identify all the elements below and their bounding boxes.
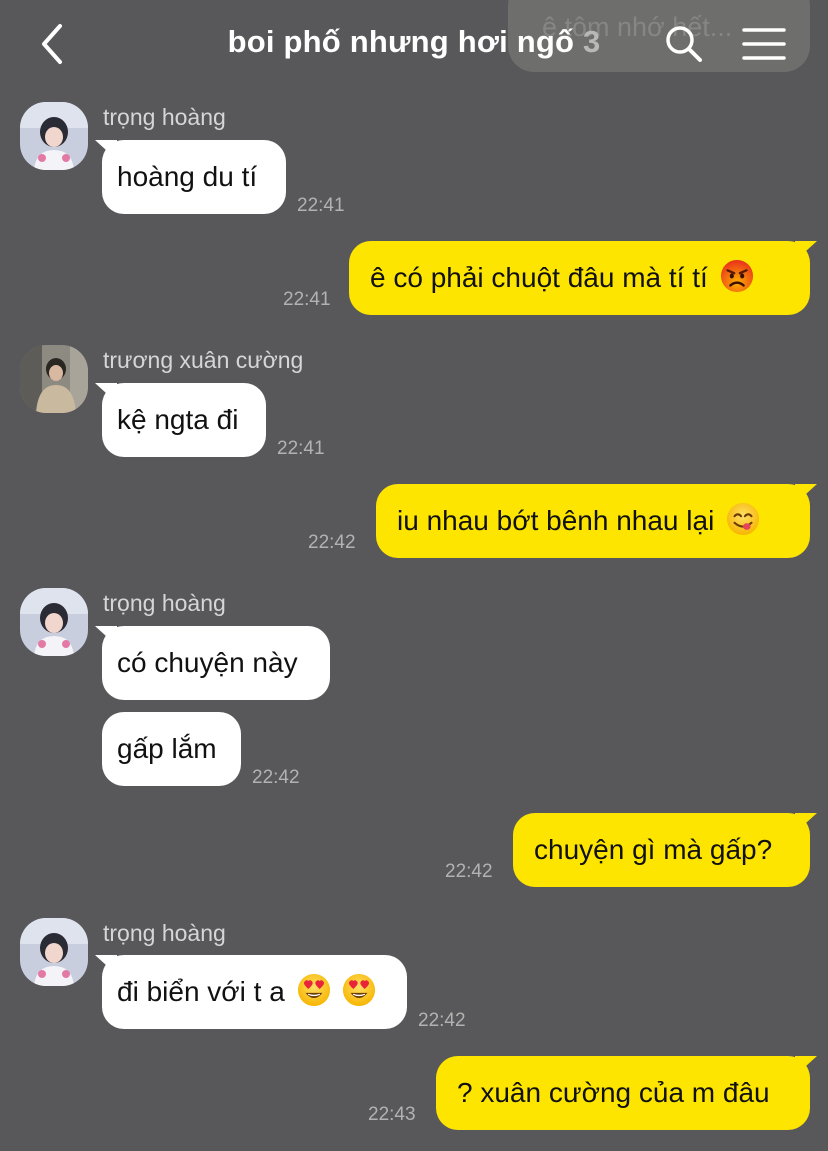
message-bubble-outgoing[interactable]: ? xuân cường của m đâu [436, 1056, 810, 1130]
sender-name: trọng hoàng [103, 590, 226, 616]
message-time: 22:41 [283, 289, 331, 310]
message-bubble-incoming[interactable]: gấp lắm [102, 712, 241, 786]
message-time: 22:42 [308, 532, 356, 553]
message-text: ê có phải chuột đâu mà tí tí [370, 262, 708, 293]
avatar-trong-hoang[interactable] [20, 918, 88, 986]
yum-face-emoji [727, 502, 760, 536]
message-bubble-incoming[interactable]: có chuyện này [102, 626, 330, 700]
message-time: 22:42 [418, 1010, 466, 1031]
sender-name: trọng hoàng [103, 920, 226, 946]
message-time: 22:41 [277, 438, 325, 459]
message-time: 22:43 [368, 1104, 416, 1125]
message-text: đi biển với t a [117, 976, 285, 1007]
chat-header: ê tôm nhớ hết... boi phố nhưng hơi ngố 3 [0, 0, 828, 88]
message-text: chuyện gì mà gấp? [534, 834, 773, 865]
sender-name: trọng hoàng [103, 104, 226, 130]
message-text: kệ ngta đi [117, 404, 239, 435]
message-time: 22:41 [297, 195, 345, 216]
avatar-trong-hoang[interactable] [20, 102, 88, 170]
menu-button[interactable] [742, 26, 786, 62]
chat-name: boi phố nhưng hơi ngố [227, 24, 575, 59]
angry-face-emoji [720, 259, 753, 293]
avatar-truong-xuan-cuong[interactable] [20, 345, 88, 413]
message-bubble-incoming[interactable]: hoàng du tí [102, 140, 286, 214]
avatar-trong-hoang[interactable] [20, 588, 88, 656]
sender-name: trương xuân cường [103, 347, 304, 373]
search-icon [666, 26, 702, 62]
message-bubble-incoming[interactable]: đi biển với t a [102, 955, 407, 1029]
message-time: 22:42 [445, 861, 493, 882]
message-text: có chuyện này [117, 647, 298, 678]
heart-eyes-emoji [343, 973, 376, 1007]
message-text: hoàng du tí [117, 161, 258, 192]
message-text: iu nhau bớt bênh nhau lại [397, 505, 715, 536]
message-text: gấp lắm [117, 733, 217, 764]
message-time: 22:42 [252, 767, 300, 788]
member-count: 3 [582, 24, 601, 59]
message-text: ? xuân cường của m đâu [457, 1077, 770, 1108]
message-bubble-outgoing[interactable]: iu nhau bớt bênh nhau lại [376, 484, 810, 558]
message-bubble-outgoing[interactable]: ê có phải chuột đâu mà tí tí [349, 241, 810, 315]
search-button[interactable] [664, 24, 704, 64]
heart-eyes-emoji [297, 973, 330, 1007]
message-bubble-incoming[interactable]: kệ ngta đi [102, 383, 266, 457]
hamburger-menu-icon [742, 28, 786, 60]
message-bubble-outgoing[interactable]: chuyện gì mà gấp? [513, 813, 810, 887]
